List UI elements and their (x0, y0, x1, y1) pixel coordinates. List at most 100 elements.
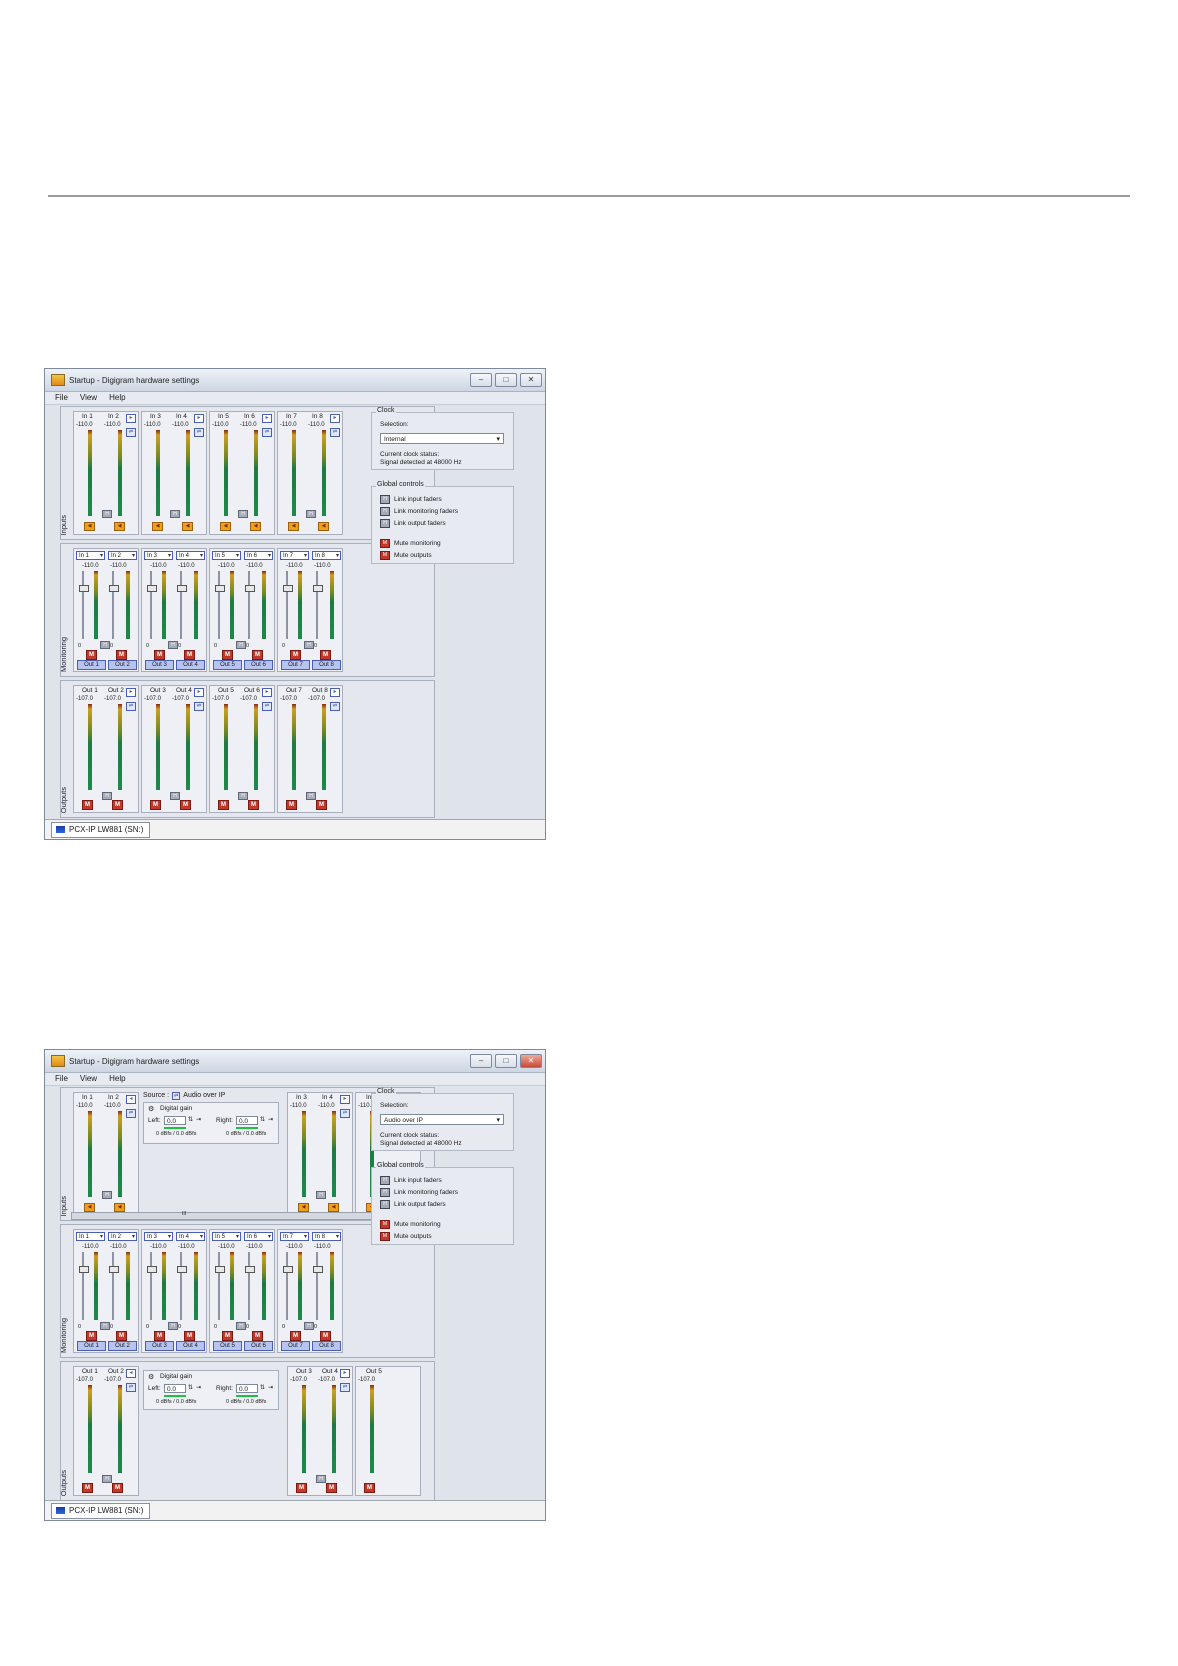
menu-file[interactable]: File (55, 392, 68, 404)
output-route-b[interactable]: Out 6 (244, 1341, 273, 1351)
expand-button[interactable]: ◂ (126, 1369, 136, 1378)
input-select-a[interactable]: In 3 (144, 551, 173, 561)
mute-button[interactable]: M (326, 1483, 337, 1493)
phase-button[interactable]: ◀ (182, 522, 193, 531)
link-button[interactable]: H (100, 1322, 110, 1330)
stereo-icon[interactable]: ⇄ (330, 428, 340, 437)
input-select-b[interactable]: In 6 (244, 551, 273, 561)
output-route-a[interactable]: Out 3 (145, 660, 174, 670)
mute-monitoring[interactable]: M Mute monitoring (380, 1220, 441, 1229)
output-route-a[interactable]: Out 5 (213, 660, 242, 670)
output-route-a[interactable]: Out 3 (145, 1341, 174, 1351)
mute-button[interactable]: M (112, 800, 123, 810)
maximize-button[interactable]: □ (495, 1054, 517, 1068)
input-select-b[interactable]: In 8 (312, 551, 341, 561)
stereo-icon[interactable]: ⇄ (194, 702, 204, 711)
input-select-a[interactable]: In 7 (280, 551, 309, 561)
stereo-icon[interactable]: ⇄ (194, 428, 204, 437)
left-gain-input[interactable]: 0.0 (164, 1384, 186, 1393)
mute-button[interactable]: M (154, 1331, 165, 1341)
stereo-icon[interactable]: ⇄ (126, 1109, 136, 1118)
link-output-faders[interactable]: H Link output faders (380, 1200, 446, 1209)
phase-button[interactable]: ◀ (250, 522, 261, 531)
mute-outputs[interactable]: M Mute outputs (380, 1232, 432, 1241)
link-button[interactable]: H (316, 1191, 326, 1199)
fader-handle[interactable] (79, 1266, 89, 1273)
input-select-b[interactable]: In 2 (108, 1232, 137, 1242)
fader-handle[interactable] (79, 585, 89, 592)
phase-button[interactable]: ◀ (84, 1203, 95, 1212)
expand-button[interactable]: ▸ (194, 414, 204, 423)
right-spin-icon[interactable]: ⇅ (260, 1384, 265, 1391)
menu-file[interactable]: File (55, 1073, 68, 1085)
expand-button[interactable]: ▸ (262, 688, 272, 697)
mute-button[interactable]: M (116, 650, 127, 660)
link-button[interactable]: H (238, 792, 248, 800)
mute-button[interactable]: M (316, 800, 327, 810)
link-input-faders[interactable]: H Link input faders (380, 1176, 442, 1185)
minimize-button[interactable]: – (470, 373, 492, 387)
device-tab[interactable]: PCX-IP LW881 (SN:) (51, 1503, 151, 1519)
input-select-a[interactable]: In 1 (76, 1232, 105, 1242)
fader-handle[interactable] (313, 585, 323, 592)
mute-outputs[interactable]: M Mute outputs (380, 551, 432, 560)
fader-handle[interactable] (283, 585, 293, 592)
mute-button[interactable]: M (286, 800, 297, 810)
phase-button[interactable]: ◀ (114, 522, 125, 531)
output-route-b[interactable]: Out 6 (244, 660, 273, 670)
expand-button[interactable]: ▸ (340, 1369, 350, 1378)
menu-view[interactable]: View (80, 392, 97, 404)
input-select-b[interactable]: In 2 (108, 551, 137, 561)
input-select-a[interactable]: In 5 (212, 1232, 241, 1242)
link-button[interactable]: H (168, 641, 178, 649)
input-select-a[interactable]: In 1 (76, 551, 105, 561)
right-reset-icon[interactable]: ⇥ (268, 1116, 273, 1123)
phase-button[interactable]: ◀ (298, 1203, 309, 1212)
minimize-button[interactable]: – (470, 1054, 492, 1068)
mute-button[interactable]: M (150, 800, 161, 810)
fader-handle[interactable] (245, 1266, 255, 1273)
stereo-icon[interactable]: ⇄ (340, 1109, 350, 1118)
expand-button[interactable]: ▸ (330, 414, 340, 423)
mute-button[interactable]: M (296, 1483, 307, 1493)
input-select-b[interactable]: In 8 (312, 1232, 341, 1242)
mute-button[interactable]: M (222, 1331, 233, 1341)
output-route-b[interactable]: Out 2 (108, 1341, 137, 1351)
link-button[interactable]: H (316, 1475, 326, 1483)
output-route-b[interactable]: Out 8 (312, 1341, 341, 1351)
input-select-a[interactable]: In 5 (212, 551, 241, 561)
link-button[interactable]: H (102, 1475, 112, 1483)
link-monitoring-faders[interactable]: H Link monitoring faders (380, 1188, 458, 1197)
link-button[interactable]: H (102, 1191, 112, 1199)
phase-button[interactable]: ◀ (114, 1203, 125, 1212)
source-value[interactable]: Audio over IP (183, 1092, 225, 1099)
fader-handle[interactable] (147, 585, 157, 592)
left-spin-icon[interactable]: ⇅ (188, 1116, 193, 1123)
clock-select[interactable]: Internal (380, 433, 504, 445)
link-button[interactable]: H (236, 641, 246, 649)
left-reset-icon[interactable]: ⇥ (196, 1384, 201, 1391)
close-button[interactable]: ✕ (520, 1054, 542, 1068)
fader-handle[interactable] (109, 585, 119, 592)
link-button[interactable]: H (170, 510, 180, 518)
right-spin-icon[interactable]: ⇅ (260, 1116, 265, 1123)
mute-button[interactable]: M (252, 650, 263, 660)
mute-button[interactable]: M (248, 800, 259, 810)
fader-handle[interactable] (245, 585, 255, 592)
output-route-b[interactable]: Out 4 (176, 660, 205, 670)
mute-button[interactable]: M (82, 800, 93, 810)
device-tab[interactable]: PCX-IP LW881 (SN:) (51, 822, 151, 838)
fader-handle[interactable] (215, 1266, 225, 1273)
left-spin-icon[interactable]: ⇅ (188, 1384, 193, 1391)
fader-handle[interactable] (177, 585, 187, 592)
mute-button[interactable]: M (180, 800, 191, 810)
link-button[interactable]: H (304, 1322, 314, 1330)
link-button[interactable]: H (306, 510, 316, 518)
expand-button[interactable]: ▸ (126, 688, 136, 697)
mute-button[interactable]: M (154, 650, 165, 660)
input-select-b[interactable]: In 4 (176, 1232, 205, 1242)
fader-handle[interactable] (313, 1266, 323, 1273)
output-route-a[interactable]: Out 7 (281, 660, 310, 670)
clock-select[interactable]: Audio over IP (380, 1114, 504, 1126)
output-route-b[interactable]: Out 2 (108, 660, 137, 670)
